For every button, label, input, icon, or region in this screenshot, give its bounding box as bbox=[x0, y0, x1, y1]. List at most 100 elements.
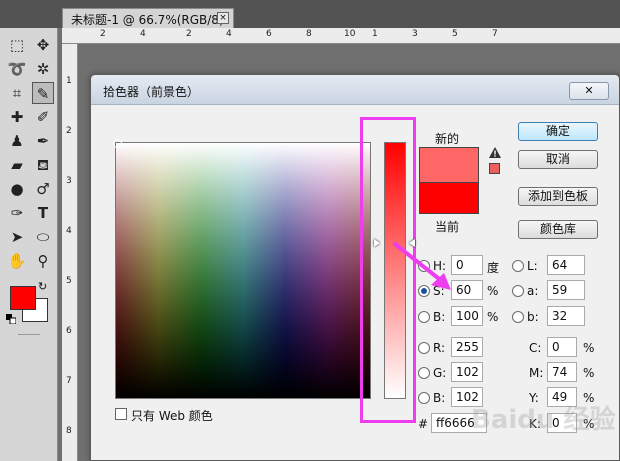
blur-tool-icon[interactable]: ● bbox=[6, 178, 28, 200]
brush-tool-icon[interactable]: ✐ bbox=[32, 106, 54, 128]
ruler-tick: 8 bbox=[306, 29, 312, 39]
default-colors-icon[interactable] bbox=[6, 314, 16, 324]
ruler-tick: 4 bbox=[226, 29, 232, 39]
gamut-color-swatch[interactable] bbox=[489, 163, 500, 174]
green-input[interactable]: 102 bbox=[451, 362, 483, 382]
radio-green[interactable] bbox=[418, 367, 430, 379]
lasso-tool-icon[interactable]: ➰ bbox=[6, 58, 28, 80]
ruler-tick: 6 bbox=[266, 29, 272, 39]
foreground-color-swatch[interactable] bbox=[10, 286, 36, 310]
cyan-input[interactable]: 0 bbox=[547, 337, 577, 357]
green-label: G: bbox=[433, 366, 447, 380]
ruler-tick: 1 bbox=[66, 76, 72, 86]
toolbox-divider bbox=[18, 334, 40, 335]
pen-tool-icon[interactable]: ✑ bbox=[6, 202, 28, 224]
magic-wand-icon[interactable]: ✲ bbox=[32, 58, 54, 80]
magenta-input[interactable]: 74 bbox=[547, 362, 577, 382]
ruler-tick: 4 bbox=[66, 226, 72, 236]
saturation-brightness-field[interactable] bbox=[113, 139, 371, 399]
slider-handle-left-icon[interactable] bbox=[374, 239, 380, 247]
red-input[interactable]: 255 bbox=[451, 337, 483, 357]
swap-colors-icon[interactable]: ↻ bbox=[38, 280, 47, 293]
ruler-tick: 3 bbox=[412, 29, 418, 39]
a-label: a: bbox=[527, 284, 539, 298]
gamut-warning-icon[interactable] bbox=[489, 147, 501, 158]
ruler-tick: 7 bbox=[492, 29, 498, 39]
new-color-label: 新的 bbox=[435, 132, 460, 146]
marquee-tool-icon[interactable]: ⬚ bbox=[6, 34, 28, 56]
color-libraries-button[interactable]: 颜色库 bbox=[518, 220, 598, 239]
move-tool-icon[interactable]: ✥ bbox=[32, 34, 54, 56]
ruler-tick: 6 bbox=[66, 326, 72, 336]
add-to-swatches-button[interactable]: 添加到色板 bbox=[518, 187, 598, 206]
radio-a[interactable] bbox=[512, 285, 524, 297]
web-colors-only-label: 只有 Web 颜色 bbox=[131, 409, 213, 423]
ruler-tick: 10 bbox=[344, 29, 356, 39]
zoom-tool-icon[interactable]: ⚲ bbox=[32, 250, 54, 272]
current-color-label: 当前 bbox=[435, 220, 460, 234]
annotation-arrow-icon bbox=[393, 242, 451, 290]
crop-tool-icon[interactable]: ⌗ bbox=[6, 82, 28, 104]
cyan-label: C: bbox=[529, 341, 542, 355]
ok-button[interactable]: 确定 bbox=[518, 122, 598, 141]
tab-close-icon[interactable]: × bbox=[217, 12, 229, 24]
cancel-button[interactable]: 取消 bbox=[518, 150, 598, 169]
radio-b[interactable] bbox=[512, 311, 524, 323]
path-select-icon[interactable]: ➤ bbox=[6, 226, 28, 248]
radio-red[interactable] bbox=[418, 342, 430, 354]
color-picker-dialog: 拾色器（前景色） ✕ 新的 当前 确定 取消 添加到色板 颜色库 H: 0 度 … bbox=[90, 74, 620, 461]
hue-unit: 度 bbox=[487, 261, 500, 275]
ruler-horizontal: 2 4 2 4 6 8 10 1 3 5 7 bbox=[62, 28, 620, 44]
ruler-tick: 4 bbox=[140, 29, 146, 39]
ellipse-tool-icon[interactable]: ⬭ bbox=[32, 226, 54, 248]
ruler-tick: 2 bbox=[100, 29, 106, 39]
history-brush-icon[interactable]: ✒ bbox=[32, 130, 54, 152]
magenta-unit: % bbox=[583, 366, 595, 380]
magenta-label: M: bbox=[529, 366, 544, 380]
current-color-swatch[interactable] bbox=[419, 182, 479, 214]
color-selection-marker[interactable] bbox=[113, 139, 122, 148]
cyan-unit: % bbox=[583, 341, 595, 355]
hex-hash-label: # bbox=[418, 417, 429, 431]
ruler-tick: 2 bbox=[186, 29, 192, 39]
watermark: Baidu 经验 bbox=[471, 405, 616, 435]
dialog-titlebar[interactable]: 拾色器（前景色） ✕ bbox=[91, 75, 619, 105]
saturation-unit: % bbox=[487, 284, 499, 298]
ruler-tick: 8 bbox=[66, 426, 72, 436]
eyedropper-tool-icon[interactable]: ✎ bbox=[32, 82, 54, 104]
radio-blue[interactable] bbox=[418, 392, 430, 404]
ruler-tick: 5 bbox=[66, 276, 72, 286]
paint-bucket-icon[interactable]: ⛾ bbox=[32, 154, 54, 176]
radio-lightness[interactable] bbox=[512, 260, 524, 272]
brightness-label: B: bbox=[433, 310, 446, 324]
b-label: b: bbox=[527, 310, 539, 324]
new-color-swatch bbox=[419, 147, 479, 182]
brightness-input[interactable]: 100 bbox=[451, 306, 483, 326]
clone-stamp-icon[interactable]: ♟ bbox=[6, 130, 28, 152]
document-tab-bar: 未标题-1 @ 66.7%(RGB/8) × bbox=[0, 0, 620, 28]
radio-brightness[interactable] bbox=[418, 311, 430, 323]
a-input[interactable]: 59 bbox=[547, 280, 585, 300]
hand-tool-icon[interactable]: ✋ bbox=[6, 250, 28, 272]
blue-label: B: bbox=[433, 391, 446, 405]
ruler-tick: 7 bbox=[66, 376, 72, 386]
web-colors-only-checkbox[interactable] bbox=[115, 408, 127, 420]
ruler-tick: 5 bbox=[452, 29, 458, 39]
ruler-tick: 3 bbox=[66, 176, 72, 186]
dodge-tool-icon[interactable]: ♂ bbox=[32, 178, 54, 200]
document-tab[interactable]: 未标题-1 @ 66.7%(RGB/8) × bbox=[62, 8, 234, 28]
eraser-tool-icon[interactable]: ▰ bbox=[6, 154, 28, 176]
dialog-title: 拾色器（前景色） bbox=[103, 85, 200, 99]
lightness-input[interactable]: 64 bbox=[547, 255, 585, 275]
close-icon[interactable]: ✕ bbox=[569, 82, 609, 100]
healing-brush-icon[interactable]: ✚ bbox=[6, 106, 28, 128]
ruler-tick: 2 bbox=[66, 126, 72, 136]
ruler-tick: 1 bbox=[372, 29, 378, 39]
red-label: R: bbox=[433, 341, 446, 355]
toolbox: ⬚ ✥ ➰ ✲ ⌗ ✎ ✚ ✐ ♟ ✒ ▰ ⛾ ● ♂ ✑ T ➤ ⬭ ✋ ⚲ … bbox=[0, 28, 58, 461]
lightness-label: L: bbox=[527, 259, 538, 273]
brightness-unit: % bbox=[487, 310, 499, 324]
b-input[interactable]: 32 bbox=[547, 306, 585, 326]
document-tab-title: 未标题-1 @ 66.7%(RGB/8) bbox=[71, 13, 224, 27]
type-tool-icon[interactable]: T bbox=[32, 202, 54, 224]
